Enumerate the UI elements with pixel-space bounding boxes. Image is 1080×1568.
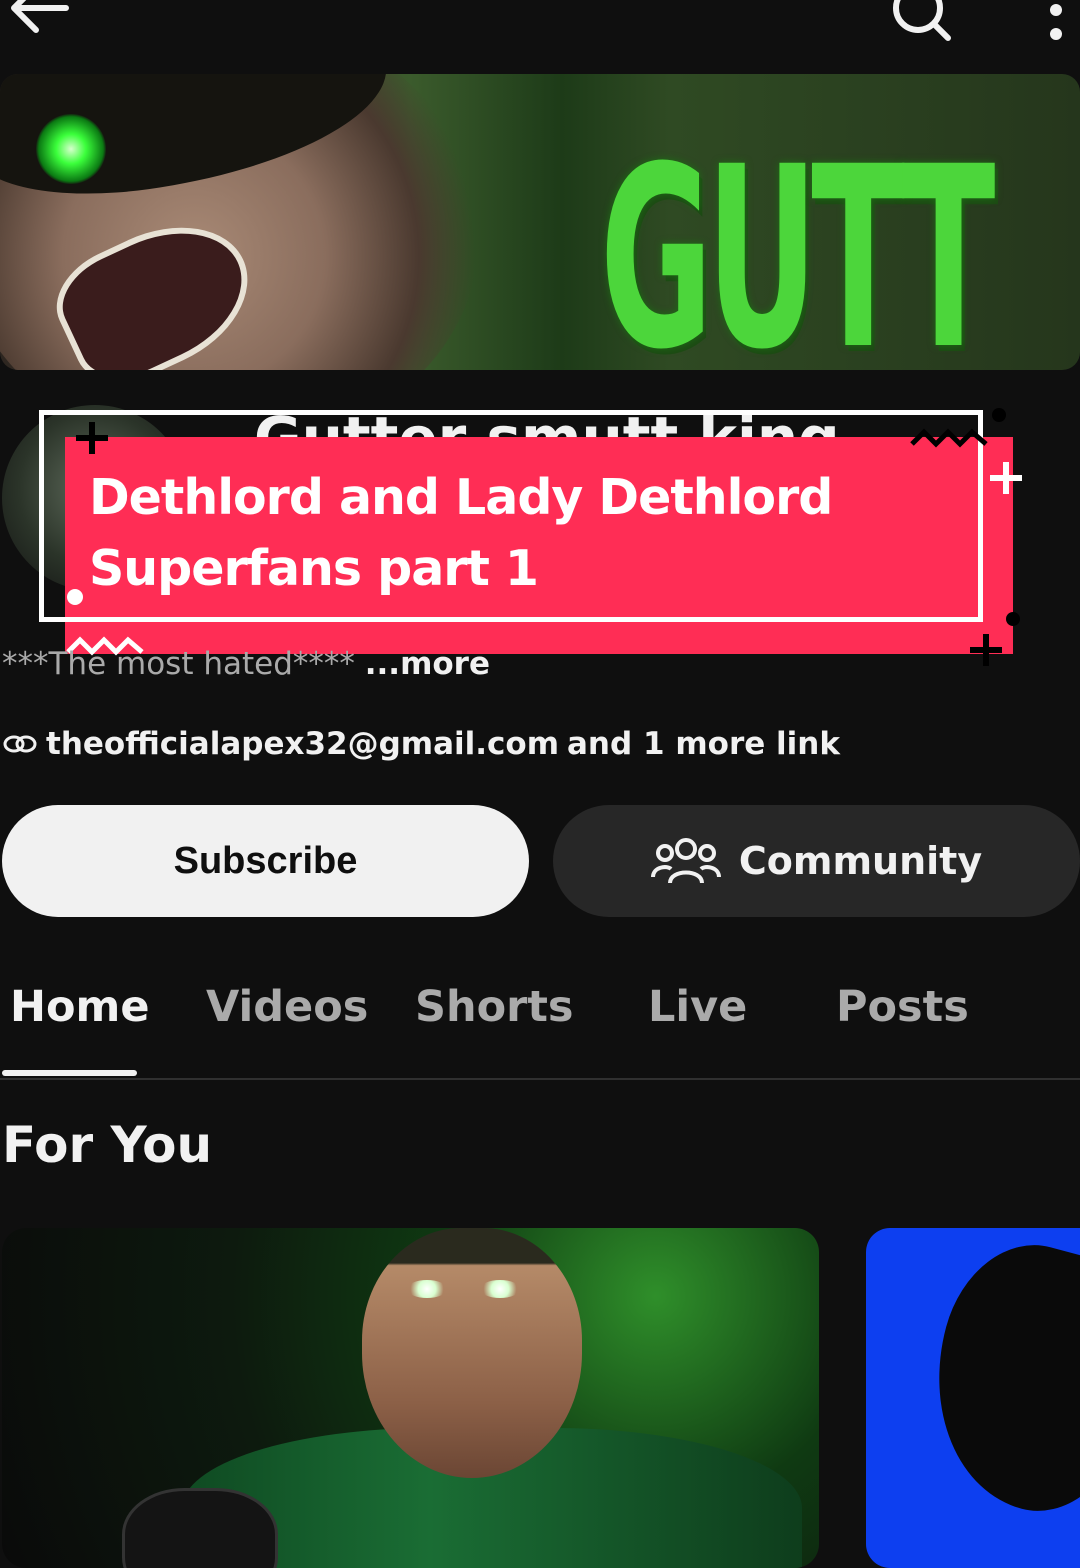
people-icon: [650, 838, 721, 884]
subscribe-button[interactable]: Subscribe: [2, 805, 529, 917]
tab-home[interactable]: Home: [10, 982, 150, 1032]
channel-description[interactable]: ***The most hated**** ...more: [2, 646, 490, 682]
link-email[interactable]: theofficialapex32@gmail.com: [46, 726, 559, 762]
plus-sparkle-icon: [990, 462, 1022, 494]
overlay-caption-title: Dethlord and Lady Dethlord Superfans par…: [89, 469, 833, 597]
dot-icon: [1006, 612, 1020, 626]
tab-live[interactable]: Live: [648, 982, 747, 1032]
search-icon[interactable]: [884, 0, 954, 42]
link-icon: [3, 735, 37, 753]
thumbnail-figure: [905, 1228, 1080, 1530]
more-vertical-icon[interactable]: [1034, 0, 1074, 42]
section-title: For You: [2, 1116, 213, 1174]
zigzag-icon: [910, 428, 988, 448]
thumbnail-glowing-eye: [480, 1280, 520, 1298]
dot-icon: [67, 589, 83, 605]
thumbnail-glove: [122, 1488, 278, 1568]
plus-sparkle-icon: [970, 634, 1002, 666]
description-more-link[interactable]: ...more: [365, 646, 490, 682]
thumbnail-head: [362, 1228, 582, 1478]
top-app-bar: [0, 0, 1080, 60]
link-more[interactable]: and 1 more link: [567, 726, 840, 762]
tab-shorts[interactable]: Shorts: [415, 982, 573, 1032]
channel-links[interactable]: theofficialapex32@gmail.com and 1 more l…: [2, 726, 840, 762]
tab-posts[interactable]: Posts: [836, 982, 969, 1032]
active-tab-indicator: [2, 1070, 137, 1076]
thumbnail-glowing-eye: [407, 1280, 447, 1298]
video-thumbnail[interactable]: [866, 1228, 1080, 1568]
channel-tabs: Home Videos Shorts Live Posts: [0, 970, 1080, 1080]
channel-banner: GUTT: [0, 74, 1080, 370]
tab-videos[interactable]: Videos: [206, 982, 368, 1032]
dot-icon: [992, 408, 1006, 422]
arrow-left-icon[interactable]: [6, 0, 76, 38]
community-label: Community: [738, 839, 983, 883]
plus-sparkle-icon: [76, 422, 108, 454]
banner-glowing-eye: [36, 114, 106, 184]
video-thumbnail[interactable]: [2, 1228, 819, 1568]
description-text: ***The most hated****: [2, 646, 355, 682]
community-button[interactable]: Community: [553, 805, 1080, 917]
banner-logo-text: GUTT: [600, 113, 995, 371]
